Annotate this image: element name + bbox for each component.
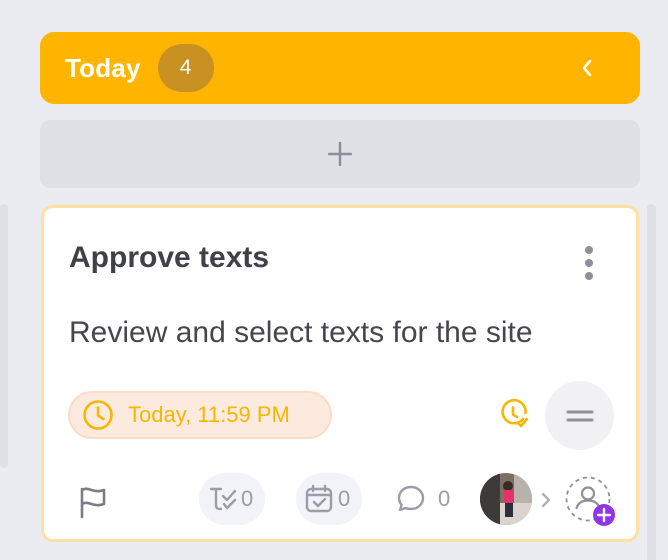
due-date-text: Today, 11:59 PM — [128, 402, 290, 427]
comment-icon — [397, 485, 425, 512]
priority-button[interactable] — [545, 381, 614, 450]
priority-medium-icon — [566, 410, 593, 421]
left-scrollbar[interactable] — [0, 204, 8, 468]
clock-icon — [83, 400, 113, 430]
task-title: Approve texts — [69, 241, 270, 274]
collapse-column-button[interactable] — [574, 54, 600, 82]
task-description: Review and select texts for the site — [69, 316, 533, 349]
checklists-counter[interactable]: 0 — [296, 473, 362, 525]
more-vertical-icon — [585, 246, 593, 280]
comments-count: 0 — [438, 486, 451, 511]
comments-counter[interactable]: 0 — [392, 473, 452, 525]
task-count-badge: 4 — [157, 44, 214, 92]
avatar[interactable] — [480, 473, 532, 525]
add-assignee-button[interactable] — [564, 475, 620, 531]
task-card[interactable]: Approve texts Review and select texts fo… — [41, 205, 639, 542]
chevron-right-icon — [541, 492, 551, 508]
subtasks-icon — [209, 487, 237, 511]
chevron-left-icon — [582, 59, 592, 77]
checklists-count: 0 — [338, 486, 351, 511]
time-tracking-button[interactable] — [498, 398, 530, 431]
right-scrollbar[interactable] — [647, 204, 656, 560]
flag-button[interactable] — [78, 485, 108, 519]
subtasks-counter[interactable]: 0 — [199, 473, 265, 525]
add-task-button[interactable] — [40, 120, 640, 188]
column-title: Today — [65, 52, 141, 83]
task-menu-button[interactable] — [572, 243, 606, 283]
due-date-pill[interactable]: Today, 11:59 PM — [68, 391, 332, 439]
calendar-check-icon — [305, 484, 333, 513]
flag-icon — [80, 487, 106, 519]
column-header: Today 4 — [40, 32, 640, 104]
avatar-photo — [480, 473, 532, 525]
plus-icon — [327, 141, 353, 167]
clock-check-icon — [501, 398, 529, 428]
add-user-icon — [565, 476, 615, 526]
subtasks-count: 0 — [241, 486, 254, 511]
